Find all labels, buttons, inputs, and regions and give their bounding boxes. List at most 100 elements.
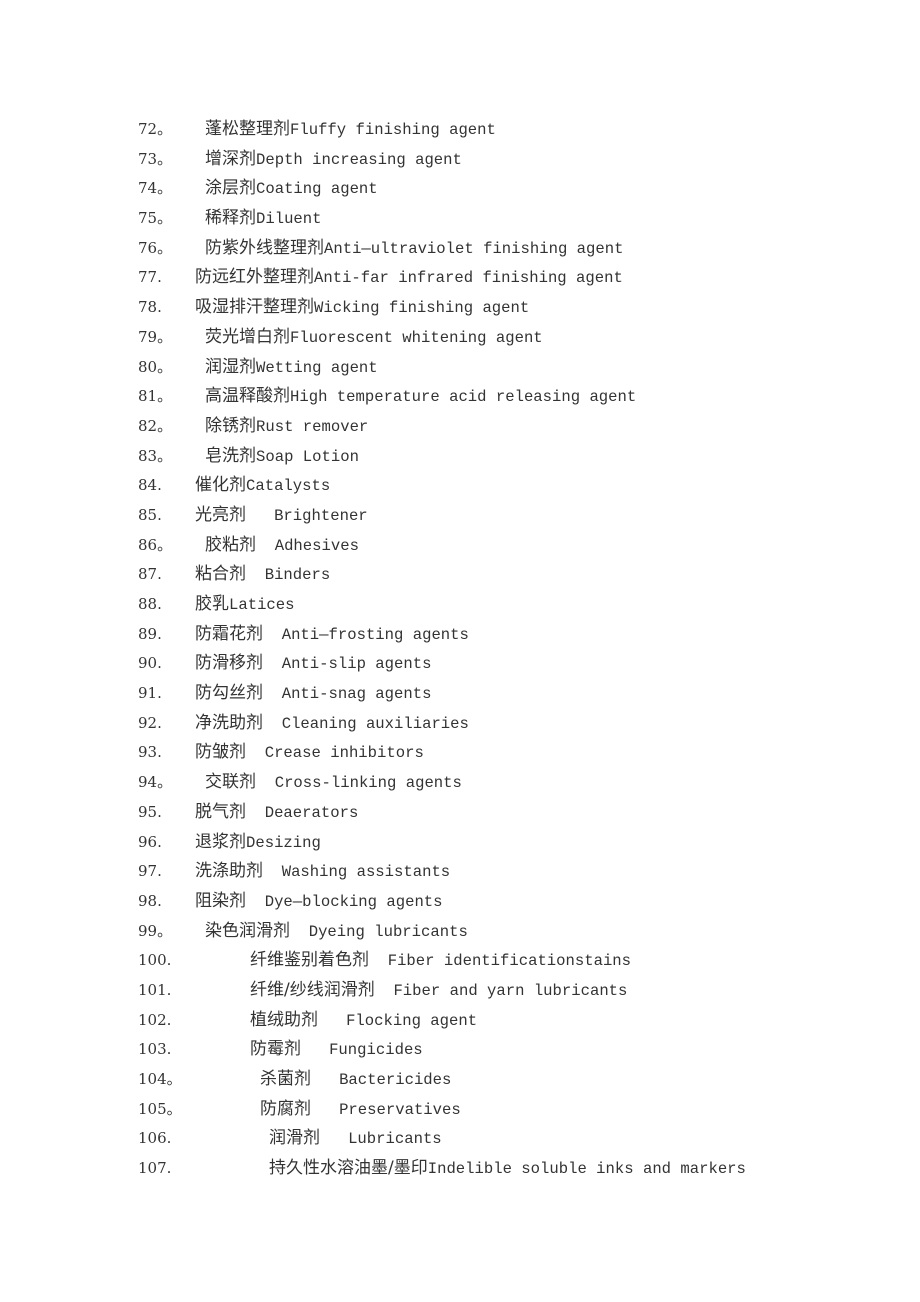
english-term: Coating agent [256, 180, 378, 199]
term: 高温释酸剂High temperature acid releasing age… [205, 384, 636, 409]
term-separator [246, 744, 265, 762]
english-term: Fiber identificationstains [387, 952, 632, 971]
chinese-term: 防滑移剂 [195, 653, 263, 674]
item-number: 81。 [138, 387, 173, 406]
term-separator [318, 1012, 346, 1030]
term: 润湿剂Wetting agent [205, 355, 378, 380]
term-separator [311, 1101, 339, 1119]
english-term: Anti-slip agents [281, 655, 432, 674]
item-number: 96. [138, 832, 162, 851]
english-term: Wetting agent [256, 358, 378, 377]
chinese-term: 交联剂 [205, 772, 256, 793]
term: 净洗助剂 Cleaning auxiliaries [195, 711, 469, 736]
chinese-term: 光亮剂 [195, 504, 246, 525]
chinese-term: 持久性水溶油墨/墨印 [269, 1158, 428, 1179]
item-number: 99。 [138, 921, 173, 940]
chinese-term: 粘合剂 [195, 564, 246, 585]
term: 润滑剂 Lubricants [269, 1126, 442, 1151]
chinese-term: 防腐剂 [260, 1098, 311, 1119]
english-term: Binders [264, 566, 331, 585]
term: 防霉剂 Fungicides [250, 1037, 423, 1062]
english-term: Deaerators [264, 803, 359, 822]
term: 涂层剂Coating agent [205, 176, 378, 201]
term: 脱气剂 Deaerators [195, 800, 358, 825]
document-page: 72。 蓬松整理剂Fluffy finishing agent 73。 增深剂Dept… [0, 0, 920, 1302]
item-number: 88. [138, 595, 162, 613]
term: 防皱剂 Crease inhibitors [195, 740, 424, 765]
english-term: Soap Lotion [256, 447, 359, 466]
term: 杀菌剂 Bactericides [260, 1067, 451, 1092]
term-separator [246, 804, 265, 822]
chinese-term: 除锈剂 [205, 415, 256, 436]
chinese-term: 洗涤助剂 [195, 861, 263, 882]
term-separator [246, 507, 274, 525]
english-term: Anti—frosting agents [281, 625, 469, 644]
term: 退浆剂Desizing [195, 830, 321, 855]
chinese-term: 吸湿排汗整理剂 [195, 297, 314, 318]
item-number: 105。 [138, 1099, 182, 1118]
term-separator [301, 1041, 329, 1059]
chinese-term: 蓬松整理剂 [205, 119, 290, 139]
chinese-term: 防勾丝剂 [195, 683, 263, 704]
english-term: Indelible soluble inks and markers [427, 1160, 746, 1179]
chinese-term: 纤维鉴别着色剂 [250, 950, 369, 971]
term-separator [369, 952, 388, 970]
english-term: Washing assistants [281, 863, 451, 882]
chinese-term: 染色润滑剂 [205, 920, 290, 941]
term-separator [263, 655, 282, 673]
item-number: 84. [138, 476, 162, 495]
english-term: Desizing [246, 833, 321, 852]
term: 吸湿排汗整理剂Wicking finishing agent [195, 295, 529, 320]
term: 荧光增白剂Fluorescent whitening agent [205, 325, 543, 350]
chinese-term: 荧光增白剂 [205, 326, 290, 347]
english-term: Diluent [256, 210, 322, 229]
term-separator [311, 1071, 339, 1089]
english-term: Latices [229, 596, 295, 614]
item-number: 80。 [138, 357, 173, 376]
item-number: 77. [138, 268, 162, 287]
chinese-term: 稀释剂 [205, 208, 256, 229]
term: 稀释剂Diluent [205, 206, 322, 231]
item-number: 100. [138, 951, 172, 970]
english-term: Cleaning auxiliaries [281, 714, 469, 733]
english-term: Fluorescent whitening agent [290, 328, 543, 347]
term-separator [263, 715, 282, 733]
item-number: 76。 [138, 238, 173, 257]
item-number: 79。 [138, 327, 173, 346]
chinese-term: 涂层剂 [205, 178, 256, 199]
english-term: Anti—ultraviolet finishing agent [324, 239, 624, 258]
item-number: 87. [138, 565, 162, 584]
english-term: Dye—blocking agents [264, 892, 443, 911]
english-term: High temperature acid releasing agent [290, 388, 637, 407]
item-number: 73。 [138, 149, 173, 168]
chinese-term: 防霉剂 [250, 1039, 301, 1060]
term: 防紫外线整理剂Anti—ultraviolet finishing agent [205, 236, 623, 261]
term-separator [263, 863, 282, 881]
term: 胶乳Latices [195, 592, 295, 617]
item-number: 101. [138, 980, 172, 999]
english-term: Depth increasing agent [256, 150, 462, 169]
item-number: 95. [138, 802, 162, 821]
chinese-term: 催化剂 [195, 475, 246, 496]
term-separator [320, 1130, 348, 1148]
chinese-term: 净洗助剂 [195, 712, 263, 733]
chinese-term: 胶粘剂 [205, 534, 256, 555]
chinese-term: 植绒助剂 [250, 1009, 318, 1030]
item-number: 94。 [138, 773, 173, 792]
term-separator [256, 537, 275, 555]
item-number: 103. [138, 1040, 172, 1059]
chinese-term: 防霜花剂 [195, 623, 263, 644]
term: 胶粘剂 Adhesives [205, 533, 359, 558]
item-number: 74。 [138, 179, 173, 198]
item-number: 72。 [138, 120, 173, 138]
english-term: Fluffy finishing agent [290, 121, 496, 139]
term: 阻染剂 Dye—blocking agents [195, 889, 443, 914]
english-term: Rust remover [256, 417, 369, 436]
english-term: Lubricants [348, 1130, 442, 1149]
term-separator [256, 774, 275, 792]
english-term: Catalysts [246, 477, 331, 496]
term-separator [263, 685, 282, 703]
term: 纤维/纱线润滑剂 Fiber and yarn lubricants [250, 978, 627, 1003]
item-number: 78. [138, 298, 162, 317]
term: 染色润滑剂 Dyeing lubricants [205, 919, 468, 944]
